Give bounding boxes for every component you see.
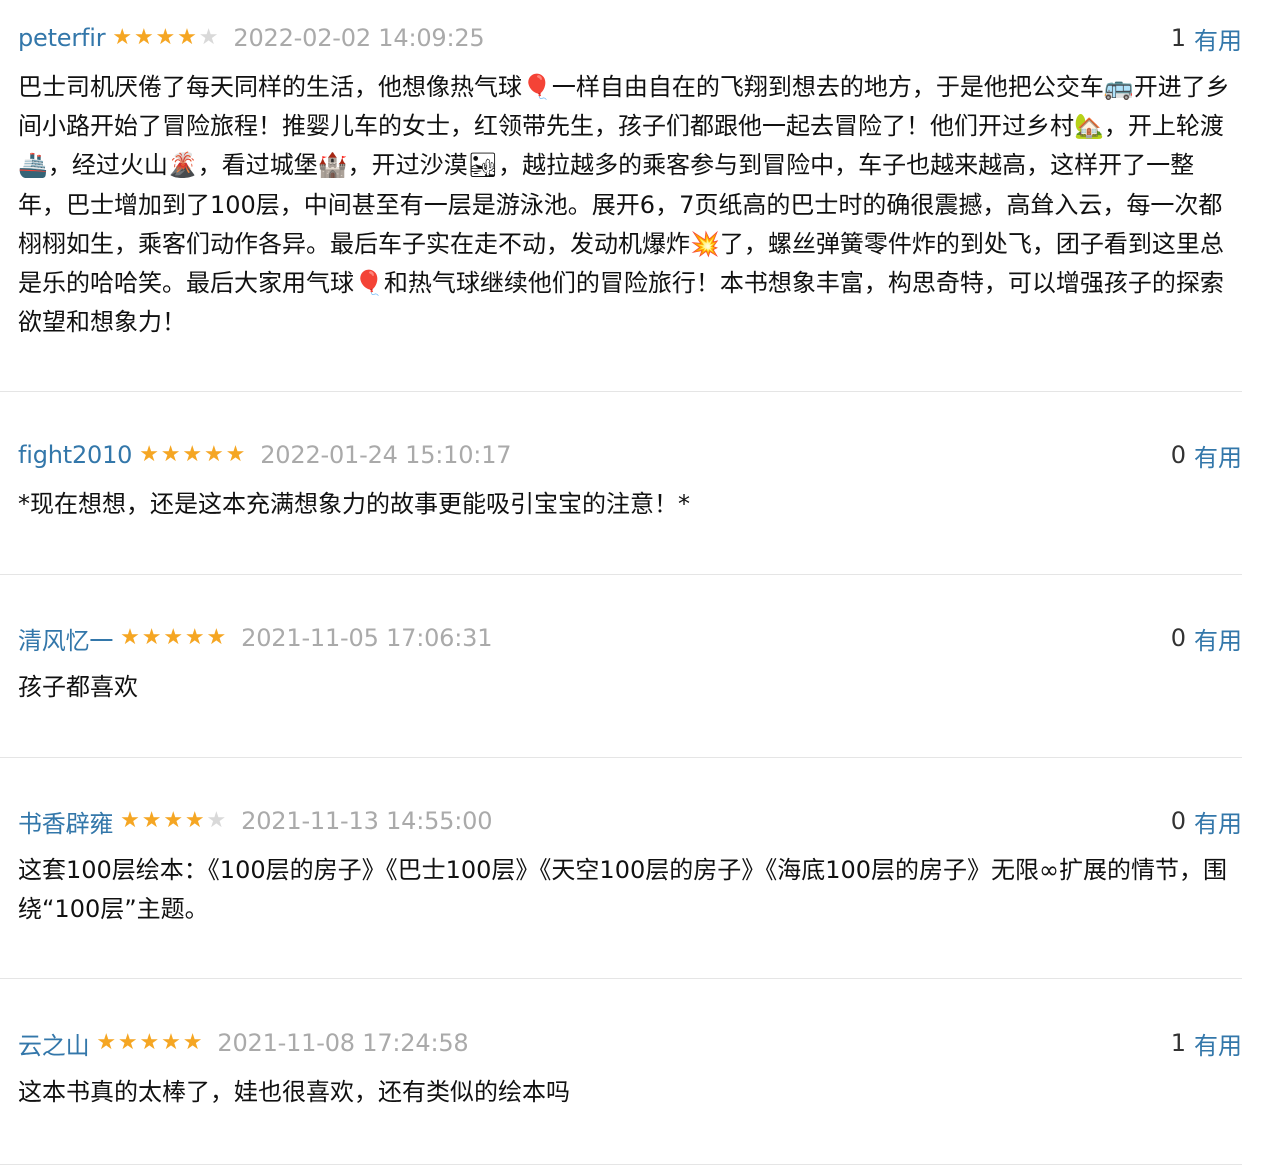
star-filled-icon: ★ bbox=[182, 442, 203, 467]
useful-button[interactable]: 有用 bbox=[1194, 804, 1242, 839]
review-header: 清风忆一 ★ ★ ★ ★ ★ 2021-11-05 17:06:31 0 有用 bbox=[18, 618, 1242, 658]
rating-stars: ★ ★ ★ ★ ★ bbox=[111, 25, 219, 51]
rating-stars: ★ ★ ★ ★ ★ bbox=[119, 808, 227, 834]
review-item: 书香辟雍 ★ ★ ★ ★ ★ 2021-11-13 14:55:00 0 有用 这套10… bbox=[0, 801, 1242, 979]
useful-votes: 1 有用 bbox=[1171, 18, 1242, 58]
useful-button[interactable]: 有用 bbox=[1194, 621, 1242, 656]
star-filled-icon: ★ bbox=[117, 1030, 138, 1055]
useful-votes: 0 有用 bbox=[1171, 435, 1242, 475]
review-header: peterfir ★ ★ ★ ★ ★ 2022-02-02 14:09:25 1 有用 bbox=[18, 18, 1242, 58]
useful-button[interactable]: 有用 bbox=[1194, 1026, 1242, 1061]
review-text: 巴士司机厌倦了每天同样的生活，他想像热气球🎈一样自由自在的飞翔到想去的地方，于是… bbox=[18, 73, 1230, 337]
star-filled-icon: ★ bbox=[225, 442, 246, 467]
review-text: 这本书真的太棒了，娃也很喜欢，还有类似的绘本吗 bbox=[18, 1078, 570, 1106]
star-filled-icon: ★ bbox=[184, 625, 205, 650]
review-item: peterfir ★ ★ ★ ★ ★ 2022-02-02 14:09:25 1 有用 … bbox=[0, 18, 1242, 392]
rating-stars: ★ ★ ★ ★ ★ bbox=[119, 625, 227, 651]
review-item: 清风忆一 ★ ★ ★ ★ ★ 2021-11-05 17:06:31 0 有用 孩子都喜… bbox=[0, 618, 1242, 758]
star-filled-icon: ★ bbox=[206, 625, 227, 650]
reviewer-name-link[interactable]: 清风忆一 bbox=[18, 621, 113, 656]
review-timestamp: 2022-02-02 14:09:25 bbox=[233, 24, 485, 52]
star-filled-icon: ★ bbox=[139, 1030, 160, 1055]
star-filled-icon: ★ bbox=[155, 25, 176, 50]
review-item: 云之山 ★ ★ ★ ★ ★ 2021-11-08 17:24:58 1 有用 这本书真的… bbox=[0, 1023, 1242, 1165]
review-header: 云之山 ★ ★ ★ ★ ★ 2021-11-08 17:24:58 1 有用 bbox=[18, 1023, 1242, 1063]
rating-stars: ★ ★ ★ ★ ★ bbox=[138, 442, 246, 468]
star-filled-icon: ★ bbox=[96, 1030, 117, 1055]
review-header: fight2010 ★ ★ ★ ★ ★ 2022-01-24 15:10:17 0 有用 bbox=[18, 435, 1242, 475]
star-filled-icon: ★ bbox=[160, 442, 181, 467]
star-filled-icon: ★ bbox=[141, 808, 162, 833]
review-text: 这套100层绘本：《100层的房子》《巴士100层》《天空100层的房子》《海底… bbox=[18, 856, 1228, 924]
star-filled-icon: ★ bbox=[163, 625, 184, 650]
review-list: peterfir ★ ★ ★ ★ ★ 2022-02-02 14:09:25 1 有用 … bbox=[0, 0, 1276, 1174]
review-header: 书香辟雍 ★ ★ ★ ★ ★ 2021-11-13 14:55:00 0 有用 bbox=[18, 801, 1242, 841]
vote-count: 1 bbox=[1170, 1029, 1186, 1057]
review-item: fight2010 ★ ★ ★ ★ ★ 2022-01-24 15:10:17 0 有用… bbox=[0, 435, 1242, 575]
star-empty-icon: ★ bbox=[198, 25, 219, 50]
star-filled-icon: ★ bbox=[182, 1030, 203, 1055]
useful-button[interactable]: 有用 bbox=[1194, 438, 1242, 473]
star-filled-icon: ★ bbox=[139, 442, 159, 467]
vote-count: 1 bbox=[1170, 24, 1186, 52]
useful-votes: 0 有用 bbox=[1171, 801, 1242, 841]
review-timestamp: 2022-01-24 15:10:17 bbox=[260, 441, 512, 469]
review-timestamp: 2021-11-08 17:24:58 bbox=[217, 1029, 469, 1057]
star-filled-icon: ★ bbox=[161, 1030, 181, 1055]
review-text: 孩子都喜欢 bbox=[18, 673, 138, 701]
star-empty-icon: ★ bbox=[206, 808, 227, 833]
vote-count: 0 bbox=[1170, 807, 1186, 835]
star-filled-icon: ★ bbox=[120, 625, 140, 650]
star-filled-icon: ★ bbox=[133, 25, 154, 50]
review-timestamp: 2021-11-05 17:06:31 bbox=[241, 624, 493, 652]
star-filled-icon: ★ bbox=[141, 625, 162, 650]
review-text: *现在想想，还是这本充满想象力的故事更能吸引宝宝的注意！* bbox=[18, 490, 690, 518]
star-filled-icon: ★ bbox=[163, 808, 184, 833]
review-timestamp: 2021-11-13 14:55:00 bbox=[241, 807, 493, 835]
reviewer-name-link[interactable]: 云之山 bbox=[18, 1026, 90, 1061]
useful-votes: 1 有用 bbox=[1171, 1023, 1242, 1063]
star-filled-icon: ★ bbox=[184, 808, 205, 833]
vote-count: 0 bbox=[1170, 624, 1186, 652]
reviewer-name-link[interactable]: peterfir bbox=[18, 24, 106, 52]
star-filled-icon: ★ bbox=[177, 25, 197, 50]
useful-votes: 0 有用 bbox=[1171, 618, 1242, 658]
reviewer-name-link[interactable]: fight2010 bbox=[18, 441, 132, 469]
star-filled-icon: ★ bbox=[112, 25, 133, 50]
star-filled-icon: ★ bbox=[120, 808, 140, 833]
reviewer-name-link[interactable]: 书香辟雍 bbox=[18, 804, 113, 839]
vote-count: 0 bbox=[1170, 441, 1186, 469]
rating-stars: ★ ★ ★ ★ ★ bbox=[95, 1030, 203, 1056]
useful-button[interactable]: 有用 bbox=[1194, 21, 1242, 56]
star-filled-icon: ★ bbox=[203, 442, 224, 467]
